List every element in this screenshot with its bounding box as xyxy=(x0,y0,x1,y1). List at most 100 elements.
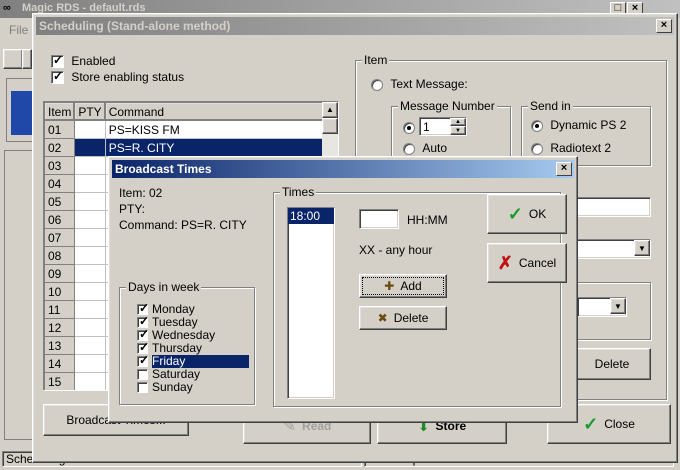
broadcast-titlebar: Broadcast Times × xyxy=(112,160,574,178)
table-cell-item[interactable]: 12 xyxy=(44,318,76,337)
enabled-checkbox[interactable]: Enabled xyxy=(51,53,116,69)
time-input[interactable] xyxy=(359,209,399,229)
delete-icon: ✖ xyxy=(377,311,388,325)
menu-file[interactable]: File xyxy=(9,23,28,37)
table-cell-pty[interactable] xyxy=(74,156,106,175)
broadcast-close-button[interactable]: × xyxy=(556,162,572,176)
table-cell-pty[interactable] xyxy=(74,138,106,157)
table-cell-command[interactable]: PS=KISS FM xyxy=(104,120,330,139)
text-message-radio-icon xyxy=(371,78,383,91)
table-row[interactable]: 01 PS=KISS FM xyxy=(44,120,330,139)
on-air-panel xyxy=(6,78,34,142)
scroll-thumb[interactable] xyxy=(322,118,338,134)
day-check-icon xyxy=(137,382,148,393)
table-cell-item[interactable]: 14 xyxy=(44,354,76,373)
table-cell-pty[interactable] xyxy=(74,174,106,193)
day-checkbox-sunday[interactable]: Sunday xyxy=(137,381,249,394)
times-list[interactable]: 18:00 xyxy=(287,207,335,399)
item-line: Item: 02 xyxy=(119,186,163,200)
message-number-label: Message Number xyxy=(398,99,497,113)
item-info: Item: 02 PTY: Command: PS=R. CITY xyxy=(119,185,247,233)
table-cell-pty[interactable] xyxy=(74,354,106,373)
spin-up-icon[interactable]: ▲ xyxy=(450,118,466,126)
table-header-row: Item PTY Command xyxy=(44,102,330,121)
spin-down-icon[interactable]: ▼ xyxy=(450,126,466,135)
time-list-item[interactable]: 18:00 xyxy=(288,208,334,224)
table-cell-item[interactable]: 05 xyxy=(44,192,76,211)
header-command[interactable]: Command xyxy=(104,102,330,121)
table-cell-item[interactable]: 01 xyxy=(44,120,76,139)
check-icon: ✓ xyxy=(583,413,599,434)
store-status-check-icon xyxy=(51,69,64,85)
send-in-label: Send in xyxy=(528,99,573,113)
times-group-label: Times xyxy=(280,185,317,199)
scheduling-close-button[interactable]: × xyxy=(656,19,672,33)
table-cell-pty[interactable] xyxy=(74,228,106,247)
store-status-label: Store enabling status xyxy=(71,70,185,84)
table-cell-pty[interactable] xyxy=(74,210,106,229)
table-cell-item[interactable]: 03 xyxy=(44,156,76,175)
table-cell-item[interactable]: 10 xyxy=(44,282,76,301)
dropdown-2-arrow-icon[interactable]: ▼ xyxy=(610,298,626,314)
store-status-checkbox[interactable]: Store enabling status xyxy=(51,69,185,85)
ok-button[interactable]: ✓ OK xyxy=(487,194,567,234)
message-number-input[interactable]: 1 ▲ ▼ xyxy=(419,117,467,136)
table-cell-item[interactable]: 11 xyxy=(44,300,76,319)
header-item[interactable]: Item xyxy=(44,102,76,121)
text-message-radio[interactable]: Text Message: xyxy=(371,77,468,91)
item-text-field[interactable] xyxy=(573,197,651,217)
command-line: Command: PS=R. CITY xyxy=(119,218,247,232)
table-cell-pty[interactable] xyxy=(74,120,106,139)
table-cell-item[interactable]: 09 xyxy=(44,264,76,283)
table-row[interactable]: 02 PS=R. CITY xyxy=(44,138,330,157)
add-time-button[interactable]: ✚ Add xyxy=(359,274,447,298)
table-cell-item[interactable]: 06 xyxy=(44,210,76,229)
table-cell-pty[interactable] xyxy=(74,300,106,319)
scheduling-title: Scheduling (Stand-alone method) xyxy=(39,19,231,33)
table-cell-pty[interactable] xyxy=(74,264,106,283)
any-hour-hint: XX - any hour xyxy=(359,243,433,257)
auto-radio[interactable]: Auto xyxy=(403,141,447,155)
on-air-indicator xyxy=(11,91,33,135)
table-cell-pty[interactable] xyxy=(74,318,106,337)
radiotext-radio[interactable]: Radiotext 2 xyxy=(531,141,611,155)
radiotext-radio-icon xyxy=(531,142,543,155)
message-number-radio-icon xyxy=(403,121,415,134)
cancel-button[interactable]: ✗ Cancel xyxy=(487,243,567,283)
days-group-label: Days in week xyxy=(126,280,202,294)
toolbar-new-button[interactable] xyxy=(3,49,23,69)
app-logo-icon: ∞ xyxy=(3,2,11,14)
item-group-label: Item xyxy=(362,53,390,67)
ok-check-icon: ✓ xyxy=(507,203,523,224)
item-dropdown-1[interactable]: ▼ xyxy=(573,239,651,259)
dropdown-1-arrow-icon[interactable]: ▼ xyxy=(634,240,650,256)
table-cell-command[interactable]: PS=R. CITY xyxy=(104,138,330,157)
broadcast-dialog: Broadcast Times × Item: 02 PTY: Command:… xyxy=(108,156,578,423)
dynamic-ps-radio[interactable]: Dynamic PS 2 xyxy=(531,118,626,132)
pty-line: PTY: xyxy=(119,202,146,216)
table-cell-item[interactable]: 07 xyxy=(44,228,76,247)
table-cell-item[interactable]: 13 xyxy=(44,336,76,355)
enabled-label: Enabled xyxy=(71,54,116,68)
table-cell-pty[interactable] xyxy=(74,246,106,265)
table-cell-pty[interactable] xyxy=(74,372,106,390)
days-list: MondayTuesdayWednesdayThursdayFridaySatu… xyxy=(137,302,249,394)
message-number-radio[interactable] xyxy=(403,120,415,134)
table-cell-item[interactable]: 02 xyxy=(44,138,76,157)
table-cell-pty[interactable] xyxy=(74,192,106,211)
table-cell-item[interactable]: 04 xyxy=(44,174,76,193)
toolbar-open-button[interactable] xyxy=(22,49,32,69)
header-pty[interactable]: PTY xyxy=(74,102,106,121)
scheduling-titlebar: Scheduling (Stand-alone method) × xyxy=(36,17,674,35)
day-check-icon xyxy=(137,369,148,380)
table-cell-pty[interactable] xyxy=(74,336,106,355)
scroll-up-button[interactable]: ▲ xyxy=(322,102,338,118)
broadcast-title: Broadcast Times xyxy=(115,162,212,176)
day-check-icon xyxy=(137,354,149,367)
table-cell-pty[interactable] xyxy=(74,282,106,301)
item-dropdown-2[interactable]: ▼ xyxy=(577,297,627,317)
item-delete-button[interactable]: Delete xyxy=(573,348,651,380)
table-cell-item[interactable]: 15 xyxy=(44,372,76,390)
delete-time-button[interactable]: ✖ Delete xyxy=(359,306,447,330)
table-cell-item[interactable]: 08 xyxy=(44,246,76,265)
